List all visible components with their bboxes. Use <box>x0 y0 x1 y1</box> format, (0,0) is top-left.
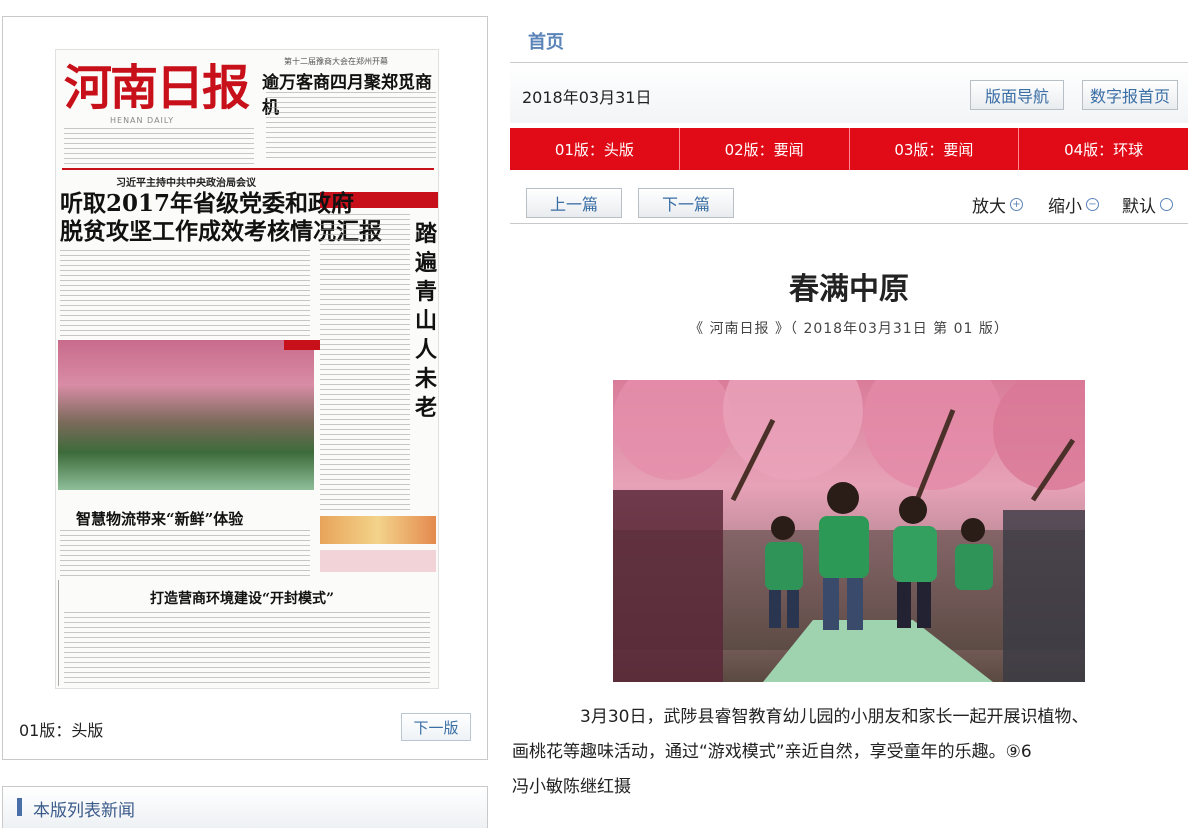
next-edition-button[interactable]: 下一版 <box>401 713 471 741</box>
second-headline: 智慧物流带来“新鲜”体验 <box>76 510 244 528</box>
article-photo <box>613 380 1085 682</box>
lead-kicker: 习近平主持中共中央政治局会议 <box>116 178 256 189</box>
advertisement <box>320 550 436 572</box>
newspaper-page-thumbnail[interactable]: 河南日报 HENAN DAILY 第十二届豫商大会在郑州开幕 逾万客商四月聚郑觅… <box>55 49 439 689</box>
photo-caption: 3月30日，武陟县睿智教育幼儿园的小朋友和家长一起开展识植物、 画桃花等趣味活动… <box>512 700 1166 805</box>
edition-tabs: 01版：头版 02版：要闻 03版：要闻 04版：环球 <box>510 128 1188 170</box>
text-column <box>60 250 310 336</box>
digital-paper-home-button[interactable]: 数字报首页 <box>1082 80 1178 110</box>
masthead-divider <box>62 168 434 170</box>
text-column <box>64 612 430 684</box>
caption-line-1: 3月30日，武陟县睿智教育幼儿园的小朋友和家长一起开展识植物、 <box>580 707 1089 727</box>
text-column <box>320 214 410 514</box>
edition-news-list-header: 本版列表新闻 <box>2 786 488 828</box>
front-page-photo <box>58 340 314 490</box>
zoom-out-button[interactable]: 缩小 − <box>1048 192 1099 217</box>
circle-icon <box>1160 198 1173 211</box>
newspaper-english-name: HENAN DAILY <box>110 116 175 125</box>
article-photo-illustration <box>613 380 1085 682</box>
tab-edition-02[interactable]: 02版：要闻 <box>680 128 850 170</box>
text-column <box>266 92 436 162</box>
issue-date: 2018年03月31日 <box>522 88 652 107</box>
caption-line-3: 冯小敏陈继红摄 <box>512 777 631 797</box>
third-headline: 打造营商环境建设“开封模式” <box>150 591 335 607</box>
edition-preview-panel: 河南日报 HENAN DAILY 第十二届豫商大会在郑州开幕 逾万客商四月聚郑觅… <box>2 16 488 760</box>
tab-edition-04[interactable]: 04版：环球 <box>1019 128 1188 170</box>
article-title: 春满中原 <box>789 272 909 307</box>
photo-tag <box>284 340 320 350</box>
advertisement <box>320 516 436 544</box>
newspaper-masthead: 河南日报 <box>64 60 250 116</box>
caption-line-2: 画桃花等趣味活动，通过“游戏模式”亲近自然，享受童年的乐趣。⑨6 <box>512 742 1032 762</box>
top-kicker: 第十二届豫商大会在郑州开幕 <box>284 57 388 66</box>
page-navigation-button[interactable]: 版面导航 <box>970 80 1064 110</box>
current-edition-label: 01版：头版 <box>19 721 104 740</box>
text-column <box>60 530 310 578</box>
next-article-button[interactable]: 下一篇 <box>638 188 734 218</box>
tab-edition-01[interactable]: 01版：头版 <box>510 128 680 170</box>
minus-circle-icon: − <box>1086 198 1099 211</box>
home-link[interactable]: 首页 <box>528 28 564 54</box>
zoom-default-button[interactable]: 默认 <box>1122 192 1173 217</box>
tab-edition-03[interactable]: 03版：要闻 <box>850 128 1020 170</box>
vertical-headline: 踏遍青山人未老 <box>414 221 437 421</box>
text-column <box>64 128 254 164</box>
zoom-default-label: 默认 <box>1122 197 1156 217</box>
zoom-out-label: 缩小 <box>1048 197 1082 217</box>
zoom-in-button[interactable]: 放大 + <box>972 192 1023 217</box>
box-border <box>58 580 59 686</box>
lead-headline-line1: 听取2017年省级党委和政府 <box>60 190 355 217</box>
zoom-in-label: 放大 <box>972 197 1006 217</box>
edition-news-list-title: 本版列表新闻 <box>33 801 135 821</box>
previous-article-button[interactable]: 上一篇 <box>526 188 622 218</box>
header-accent-bar <box>17 798 22 816</box>
article-source: 《 河南日报 》（ 2018年03月31日 第 01 版） <box>689 321 1009 337</box>
plus-circle-icon: + <box>1010 198 1023 211</box>
